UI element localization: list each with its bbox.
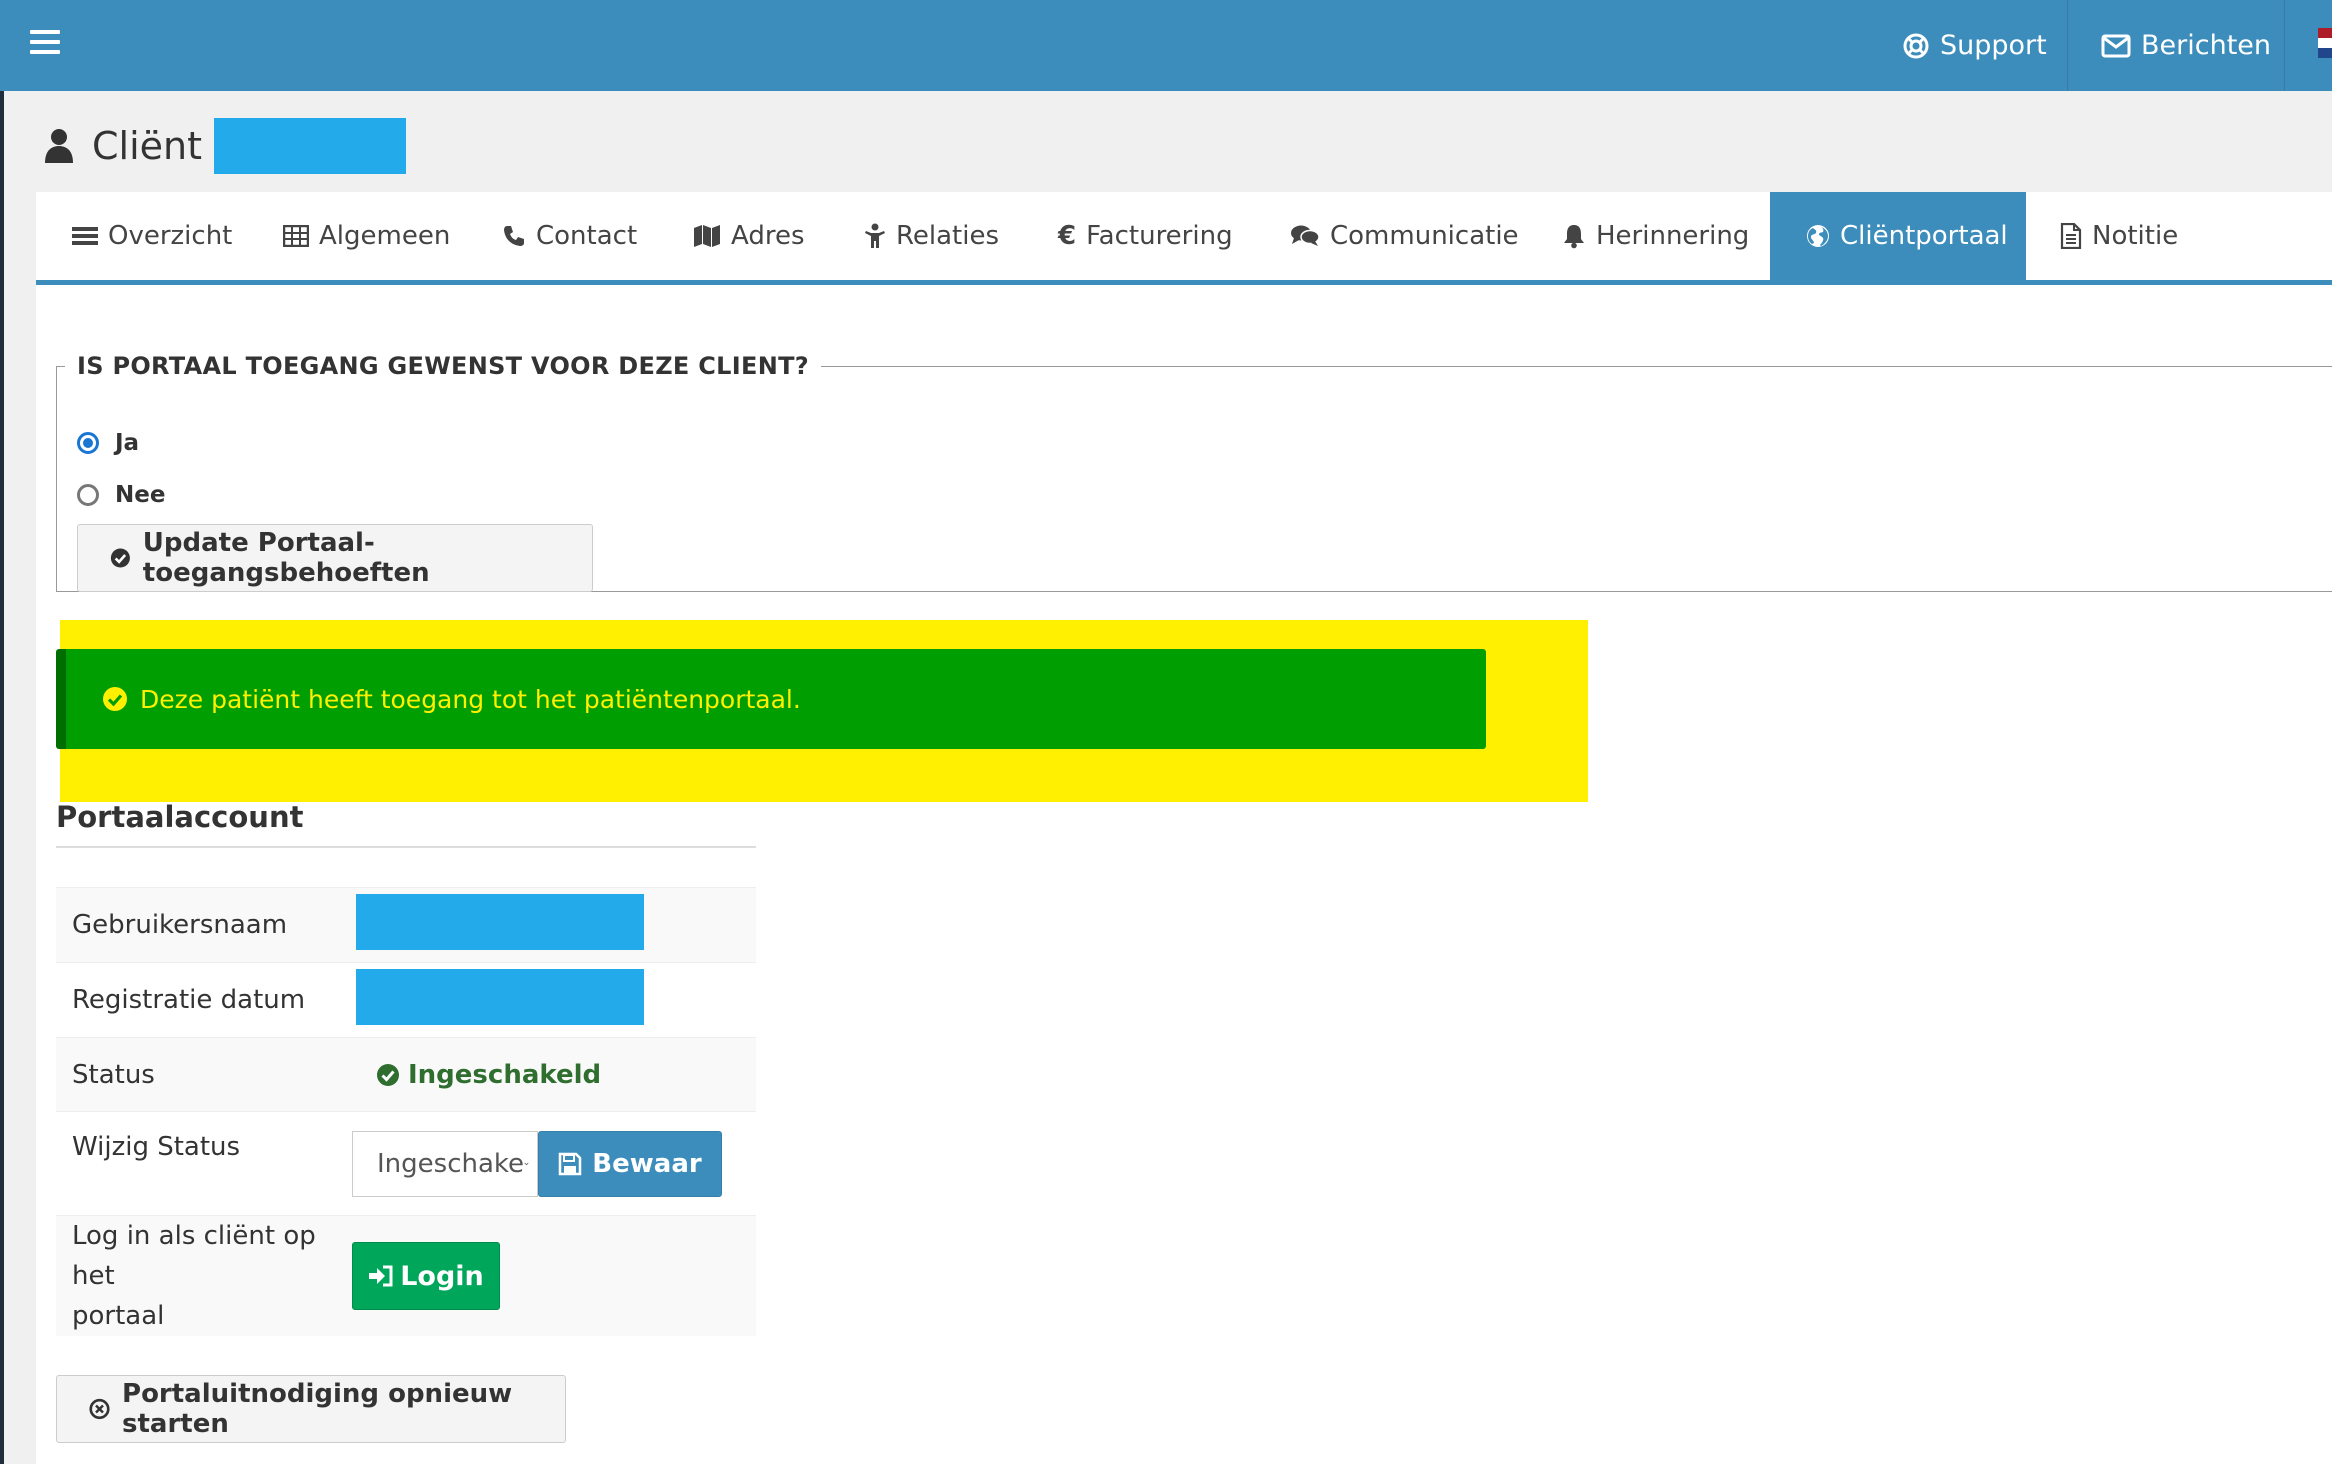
- support-label: Support: [1940, 30, 2047, 61]
- tab-algemeen[interactable]: Algemeen: [283, 192, 450, 280]
- tab-contact[interactable]: Contact: [502, 192, 637, 280]
- table-icon: [283, 225, 309, 247]
- login-as-client-label: Log in als cliënt op het portaal: [56, 1215, 352, 1336]
- tab-label: Contact: [536, 221, 638, 251]
- messages-link[interactable]: Berichten: [2101, 0, 2271, 91]
- update-portal-access-button[interactable]: Update Portaal-toegangsbehoeften: [77, 524, 593, 592]
- child-icon: [865, 223, 885, 248]
- status-value-text: Ingeschakeld: [408, 1059, 602, 1090]
- portal-access-fieldset: IS PORTAAL TOEGANG GEWENST VOOR DEZE CLI…: [56, 352, 2332, 592]
- save-status-label: Bewaar: [592, 1148, 702, 1179]
- check-circle-icon: [103, 687, 127, 711]
- euro-icon: €: [1058, 221, 1077, 251]
- table-row: Wijzig Status Ingeschake Bewaar: [56, 1111, 756, 1216]
- tab-label: Cliëntportaal: [1840, 221, 2008, 251]
- times-circle-icon: [89, 1398, 110, 1420]
- status-label: Status: [56, 1037, 352, 1112]
- username-label: Gebruikersnaam: [56, 887, 352, 963]
- save-status-button[interactable]: Bewaar: [538, 1130, 722, 1197]
- client-name-redacted: [214, 118, 407, 174]
- client-tabs: Overzicht Algemeen Contact Adres Relatie…: [36, 192, 2332, 285]
- sign-in-icon: [369, 1265, 393, 1287]
- navbar-divider: [2067, 0, 2068, 91]
- table-row: Gebruikersnaam: [56, 887, 756, 963]
- username-value: [352, 887, 756, 963]
- bell-icon: [1564, 225, 1584, 249]
- support-link[interactable]: Support: [1902, 0, 2047, 91]
- tab-adres[interactable]: Adres: [693, 192, 805, 280]
- tab-overzicht[interactable]: Overzicht: [72, 192, 232, 280]
- table-row: Log in als cliënt op het portaal Login: [56, 1215, 756, 1336]
- radio-nee-label: Nee: [115, 482, 166, 508]
- login-button[interactable]: Login: [352, 1242, 500, 1310]
- tab-label: Algemeen: [319, 221, 451, 251]
- floppy-disk-icon: [559, 1152, 582, 1175]
- tab-label: Herinnering: [1596, 221, 1750, 251]
- page-title: Cliënt: [44, 118, 407, 174]
- tab-herinnering[interactable]: Herinnering: [1562, 192, 1749, 280]
- login-as-label-line2: portaal: [72, 1301, 165, 1331]
- radio-ja-label: Ja: [115, 430, 140, 456]
- change-status-controls: Ingeschake Bewaar: [352, 1112, 756, 1216]
- map-icon: [694, 225, 720, 247]
- status-badge: Ingeschakeld: [376, 1060, 740, 1090]
- file-text-icon: [2060, 223, 2082, 249]
- tab-label: Relaties: [896, 221, 1000, 251]
- status-select-value: Ingeschake: [377, 1148, 525, 1179]
- success-alert-text: Deze patiënt heeft toegang tot het patië…: [140, 684, 801, 714]
- tab-facturering[interactable]: € Facturering: [1058, 192, 1233, 280]
- table-row: Status Ingeschakeld: [56, 1037, 756, 1112]
- status-select[interactable]: Ingeschake: [352, 1130, 538, 1197]
- radio-nee[interactable]: Nee: [77, 482, 165, 508]
- top-navbar: Support Berichten: [0, 0, 2332, 91]
- tab-label: Overzicht: [108, 221, 233, 251]
- dutch-flag-icon[interactable]: [2318, 28, 2332, 58]
- success-alert: Deze patiënt heeft toegang tot het patië…: [56, 649, 1486, 749]
- envelope-icon: [2101, 34, 2131, 57]
- client-panel: Overzicht Algemeen Contact Adres Relatie…: [36, 192, 2332, 1464]
- phone-icon: [504, 226, 524, 246]
- tab-clientportaal[interactable]: Cliëntportaal: [1770, 192, 2026, 280]
- navbar-divider: [2284, 0, 2285, 91]
- tab-label: Communicatie: [1330, 221, 1519, 251]
- tab-notitie[interactable]: Notitie: [2060, 192, 2178, 280]
- radio-button-checked[interactable]: [77, 432, 99, 454]
- change-status-label: Wijzig Status: [72, 1132, 241, 1162]
- user-icon: [45, 129, 73, 163]
- bars-icon: [72, 227, 98, 245]
- globe-icon: [1807, 225, 1829, 247]
- menu-toggle-icon[interactable]: [30, 30, 60, 60]
- radio-ja[interactable]: Ja: [77, 430, 139, 456]
- tab-label: Notitie: [2092, 221, 2179, 251]
- chevron-down-icon: [524, 1162, 529, 1165]
- registration-date-value: [352, 963, 756, 1038]
- comments-icon: [1291, 225, 1320, 246]
- tab-communicatie[interactable]: Communicatie: [1290, 192, 1519, 280]
- page-title-text: Cliënt: [92, 124, 203, 168]
- registration-date-redacted: [356, 968, 644, 1025]
- life-ring-icon: [1903, 33, 1929, 58]
- table-row: Registratie datum: [56, 962, 756, 1038]
- tab-label: Adres: [731, 221, 805, 251]
- login-button-label: Login: [400, 1260, 484, 1292]
- portal-access-legend: IS PORTAAL TOEGANG GEWENST VOOR DEZE CLI…: [77, 352, 809, 380]
- login-as-client-cell: Login: [352, 1215, 756, 1336]
- status-value: Ingeschakeld: [352, 1037, 756, 1112]
- username-redacted: [356, 893, 644, 950]
- radio-button-unchecked[interactable]: [77, 484, 99, 506]
- restart-portal-invite-label: Portaluitnodiging opnieuw starten: [122, 1379, 513, 1439]
- sidebar-edge: [0, 91, 4, 1464]
- tab-label: Facturering: [1086, 221, 1233, 251]
- login-as-label-line1: Log in als cliënt op het: [72, 1221, 316, 1291]
- tab-relaties[interactable]: Relaties: [864, 192, 999, 280]
- registration-date-label: Registratie datum: [72, 985, 306, 1015]
- check-circle-icon: [110, 548, 130, 568]
- messages-label: Berichten: [2141, 30, 2272, 61]
- update-portal-access-label: Update Portaal-toegangsbehoeften: [142, 528, 430, 588]
- restart-portal-invite-button[interactable]: Portaluitnodiging opnieuw starten: [56, 1375, 566, 1443]
- portal-account-heading: Portaalaccount: [56, 800, 756, 848]
- check-circle-icon: [377, 1063, 399, 1086]
- portal-account-table: Gebruikersnaam Registratie datum Status …: [56, 887, 756, 1336]
